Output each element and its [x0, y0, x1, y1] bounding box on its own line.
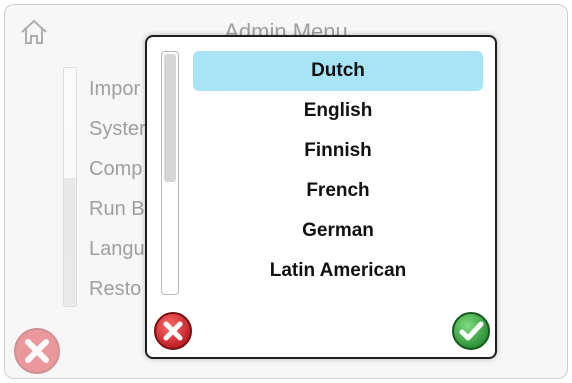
close-x-icon[interactable] [13, 327, 61, 375]
language-option-latin-american[interactable]: Latin American [193, 251, 483, 291]
menu-item[interactable]: Run B [89, 189, 146, 229]
admin-screen: Admin Menu Impor Syster Comp Run B Langu… [4, 4, 568, 379]
language-option-dutch[interactable]: Dutch [193, 51, 483, 91]
language-option-english[interactable]: English [193, 91, 483, 131]
menu-item[interactable]: Syster [89, 109, 146, 149]
language-option-finnish[interactable]: Finnish [193, 131, 483, 171]
language-list-scrollbar[interactable] [161, 51, 179, 295]
menu-item[interactable]: Comp [89, 149, 146, 189]
background-menu-list: Impor Syster Comp Run B Langu Resto [89, 69, 146, 309]
cancel-x-icon[interactable] [153, 311, 193, 351]
language-list-scrollbar-thumb[interactable] [164, 54, 176, 182]
language-option-french[interactable]: French [193, 171, 483, 211]
menu-item[interactable]: Langu [89, 229, 146, 269]
menu-item[interactable]: Impor [89, 69, 146, 109]
language-select-dialog: Dutch English Finnish French German Lati… [145, 35, 497, 359]
language-list: Dutch English Finnish French German Lati… [193, 51, 483, 291]
confirm-check-icon[interactable] [451, 311, 491, 351]
menu-item[interactable]: Resto [89, 269, 146, 309]
background-scrollbar-thumb[interactable] [64, 178, 76, 306]
background-scrollbar[interactable] [63, 67, 77, 307]
language-option-german[interactable]: German [193, 211, 483, 251]
